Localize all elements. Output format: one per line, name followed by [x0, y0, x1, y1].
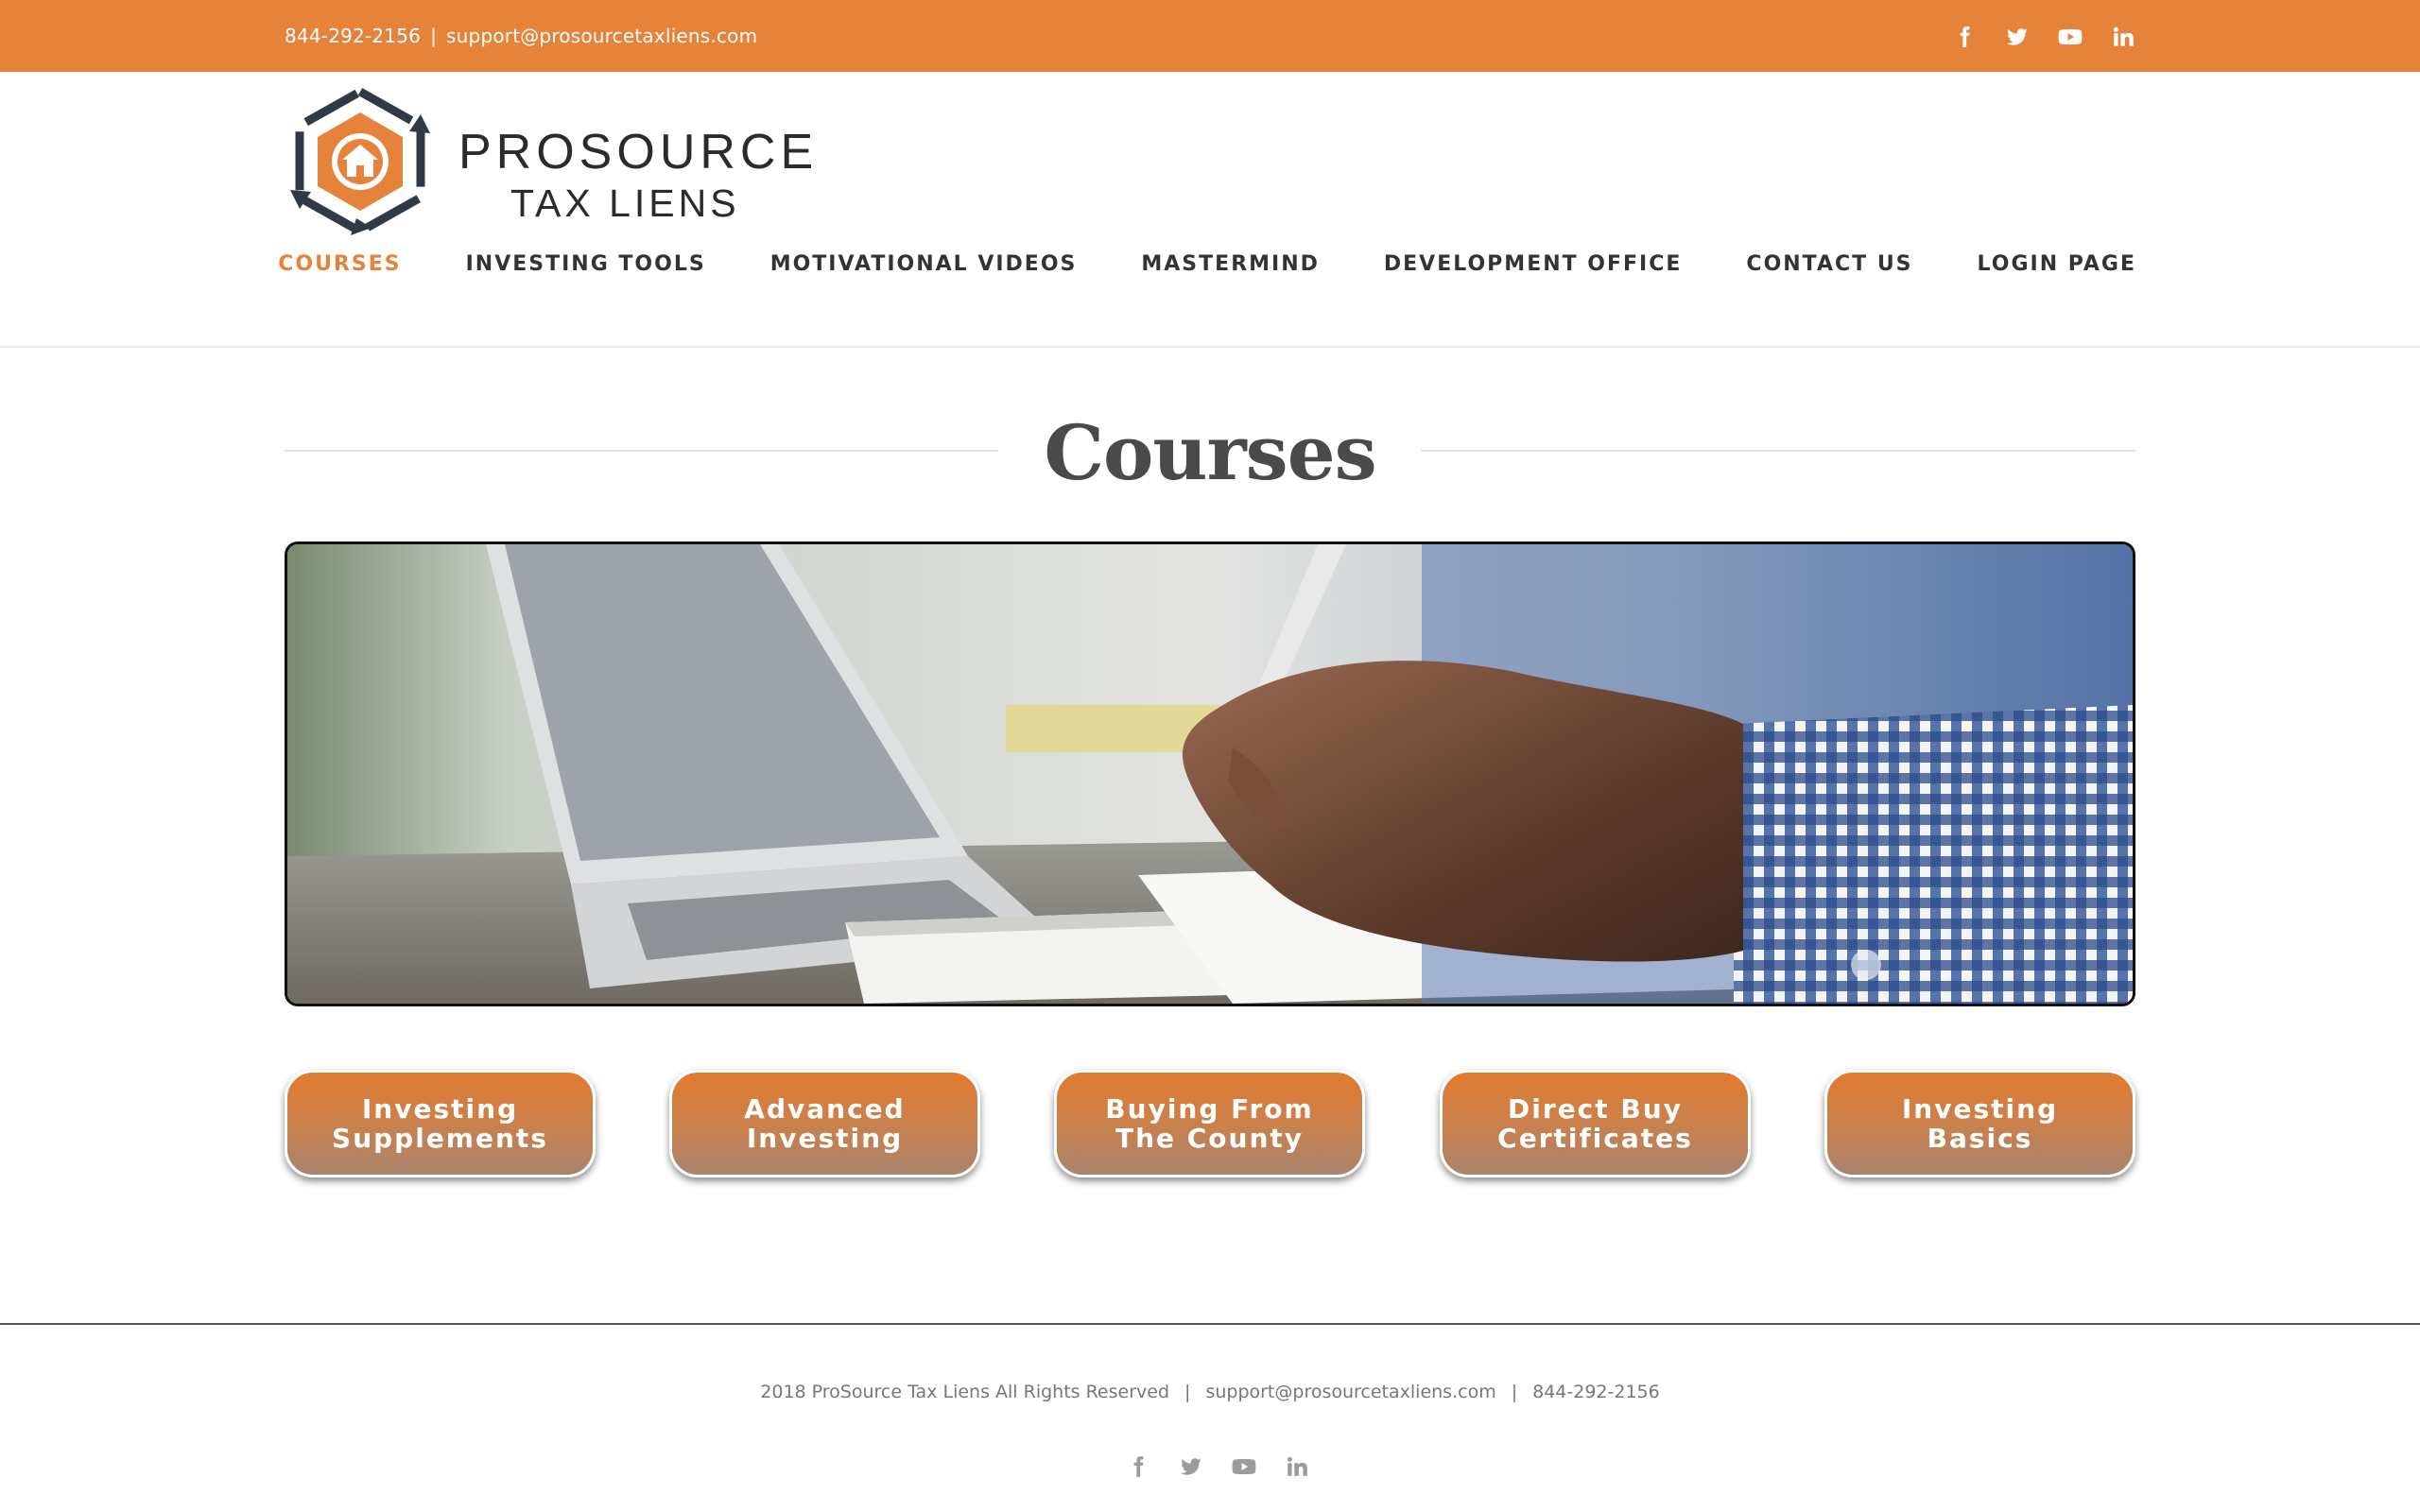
site-footer: 2018 ProSource Tax Liens All Rights Rese…: [0, 1323, 2420, 1512]
facebook-icon[interactable]: [1123, 1452, 1153, 1482]
nav-login-page[interactable]: LOGIN PAGE: [1978, 252, 2136, 276]
top-phone[interactable]: 844-292-2156: [285, 25, 421, 47]
nav-development-office[interactable]: DEVELOPMENT OFFICE: [1384, 252, 1683, 276]
course-button-direct-buy-certificates[interactable]: Direct Buy Certificates: [1440, 1070, 1751, 1177]
linkedin-icon[interactable]: [1282, 1452, 1312, 1482]
course-buttons: Investing Supplements Advanced Investing…: [285, 1070, 2135, 1183]
facebook-icon[interactable]: [1950, 23, 1979, 51]
nav-mastermind[interactable]: MASTERMIND: [1141, 252, 1320, 276]
footer-separator: |: [1511, 1382, 1518, 1402]
linkedin-icon[interactable]: [2109, 23, 2137, 51]
top-bar: 844-292-2156 | support@prosourcetaxliens.c…: [0, 0, 2420, 72]
footer-phone[interactable]: 844-292-2156: [1532, 1382, 1660, 1402]
nav-investing-tools[interactable]: INVESTING TOOLS: [466, 252, 706, 276]
footer-info: 2018 ProSource Tax Liens All Rights Rese…: [0, 1382, 2420, 1402]
footer-separator: |: [1184, 1382, 1191, 1402]
top-email[interactable]: support@prosourcetaxliens.com: [446, 25, 757, 47]
course-button-buying-from-the-county[interactable]: Buying From The County: [1054, 1070, 1365, 1177]
course-button-line1: Investing: [361, 1093, 519, 1125]
course-button-line1: Direct Buy: [1508, 1093, 1683, 1125]
course-button-line2: Investing: [746, 1123, 904, 1154]
youtube-icon[interactable]: [1229, 1452, 1259, 1482]
hero-image: [285, 541, 2135, 1006]
logo-text-line2: TAX LIENS: [510, 181, 740, 225]
page-title-section: Courses: [285, 408, 2135, 497]
nav-contact-us[interactable]: CONTACT US: [1746, 252, 1912, 276]
twitter-icon[interactable]: [2003, 23, 2031, 51]
course-button-line2: The County: [1115, 1123, 1305, 1154]
logo-mark-icon: [290, 86, 430, 237]
logo-text-line1: PROSOURCE: [458, 125, 819, 180]
course-button-line1: Investing: [1901, 1093, 2059, 1125]
course-button-line2: Supplements: [332, 1123, 548, 1154]
twitter-icon[interactable]: [1176, 1452, 1206, 1482]
site-logo[interactable]: PROSOURCE TAX LIENS: [288, 86, 818, 242]
site-header: PROSOURCE TAX LIENS COURSES INVESTING TO…: [0, 72, 2420, 348]
nav-motivational-videos[interactable]: MOTIVATIONAL VIDEOS: [770, 252, 1078, 276]
course-button-line2: Basics: [1927, 1123, 2033, 1154]
footer-social: [1123, 1452, 1312, 1482]
course-button-line1: Advanced: [744, 1093, 906, 1125]
course-button-investing-basics[interactable]: Investing Basics: [1824, 1070, 2135, 1177]
top-separator: |: [430, 25, 438, 47]
course-button-investing-supplements[interactable]: Investing Supplements: [285, 1070, 596, 1177]
course-button-advanced-investing[interactable]: Advanced Investing: [669, 1070, 980, 1177]
top-social: [1950, 23, 2137, 51]
footer-copyright: 2018 ProSource Tax Liens All Rights Rese…: [760, 1382, 1170, 1402]
youtube-icon[interactable]: [2056, 23, 2084, 51]
page-title: Courses: [1044, 408, 1376, 497]
course-button-line2: Certificates: [1497, 1123, 1693, 1154]
course-button-line1: Buying From: [1105, 1093, 1314, 1125]
footer-email[interactable]: support@prosourcetaxliens.com: [1205, 1382, 1495, 1402]
main-nav: COURSES INVESTING TOOLS MOTIVATIONAL VID…: [278, 252, 2136, 276]
top-contact: 844-292-2156 | support@prosourcetaxliens.c…: [285, 25, 757, 47]
nav-courses[interactable]: COURSES: [278, 252, 401, 276]
